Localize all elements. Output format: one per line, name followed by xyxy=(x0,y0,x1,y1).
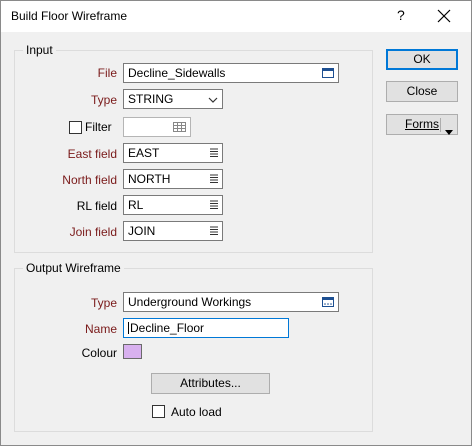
help-button[interactable]: ? xyxy=(397,7,405,23)
colour-swatch[interactable] xyxy=(123,344,142,359)
input-group-title: Input xyxy=(23,43,56,57)
list-icon[interactable] xyxy=(210,199,218,209)
file-browse-icon[interactable] xyxy=(322,67,334,79)
name-value: Decline_Floor xyxy=(130,321,205,335)
north-field-label: North field xyxy=(62,173,117,187)
output-group-title: Output Wireframe xyxy=(23,261,124,275)
auto-load-checkbox[interactable] xyxy=(152,405,165,418)
north-field-input[interactable]: NORTH xyxy=(123,169,223,189)
output-type-input[interactable]: Underground Workings xyxy=(123,292,339,312)
output-type-label: Type xyxy=(90,296,117,310)
browse-icon[interactable] xyxy=(322,296,334,308)
forms-button[interactable]: Forms xyxy=(386,114,458,135)
rl-field-value: RL xyxy=(128,198,144,212)
filter-label: Filter xyxy=(85,120,112,134)
file-value: Decline_Sidewalls xyxy=(128,66,226,80)
file-label: File xyxy=(97,66,117,80)
title-bar: Build Floor Wireframe ? xyxy=(1,1,471,32)
output-type-value: Underground Workings xyxy=(128,295,252,309)
file-input[interactable]: Decline_Sidewalls xyxy=(123,63,339,83)
close-window-button[interactable] xyxy=(433,5,455,27)
rl-field-input[interactable]: RL xyxy=(123,195,223,215)
close-button[interactable]: Close xyxy=(386,81,458,102)
east-field-label: East field xyxy=(67,147,117,161)
list-icon[interactable] xyxy=(210,147,218,157)
name-label: Name xyxy=(84,322,117,336)
type-select[interactable]: STRING xyxy=(123,89,223,109)
attributes-button[interactable]: Attributes... xyxy=(151,373,270,394)
filter-table-icon[interactable] xyxy=(173,121,186,133)
join-field-input[interactable]: JOIN xyxy=(123,221,223,241)
join-field-value: JOIN xyxy=(128,224,156,238)
forms-divider xyxy=(440,118,441,132)
text-cursor xyxy=(128,322,129,334)
filter-input[interactable] xyxy=(123,117,191,137)
join-field-label: Join field xyxy=(69,225,117,239)
filter-checkbox[interactable] xyxy=(69,121,82,134)
east-field-value: EAST xyxy=(128,146,160,160)
close-icon xyxy=(437,9,451,23)
east-field-input[interactable]: EAST xyxy=(123,143,223,163)
auto-load-label: Auto load xyxy=(171,405,222,419)
dropdown-arrow-icon[interactable] xyxy=(445,122,453,141)
type-value: STRING xyxy=(128,92,174,106)
colour-label: Colour xyxy=(81,346,117,360)
type-label: Type xyxy=(90,93,117,107)
list-icon[interactable] xyxy=(210,173,218,183)
dialog-window: Build Floor Wireframe ? Input File Decli… xyxy=(0,0,472,446)
window-title: Build Floor Wireframe xyxy=(11,9,128,23)
forms-button-label: Forms xyxy=(405,117,439,131)
rl-field-label: RL field xyxy=(76,199,117,213)
list-icon[interactable] xyxy=(210,225,218,235)
chevron-down-icon xyxy=(208,94,218,108)
north-field-value: NORTH xyxy=(128,172,171,186)
ok-button[interactable]: OK xyxy=(386,49,458,70)
name-input[interactable]: Decline_Floor xyxy=(123,318,289,338)
